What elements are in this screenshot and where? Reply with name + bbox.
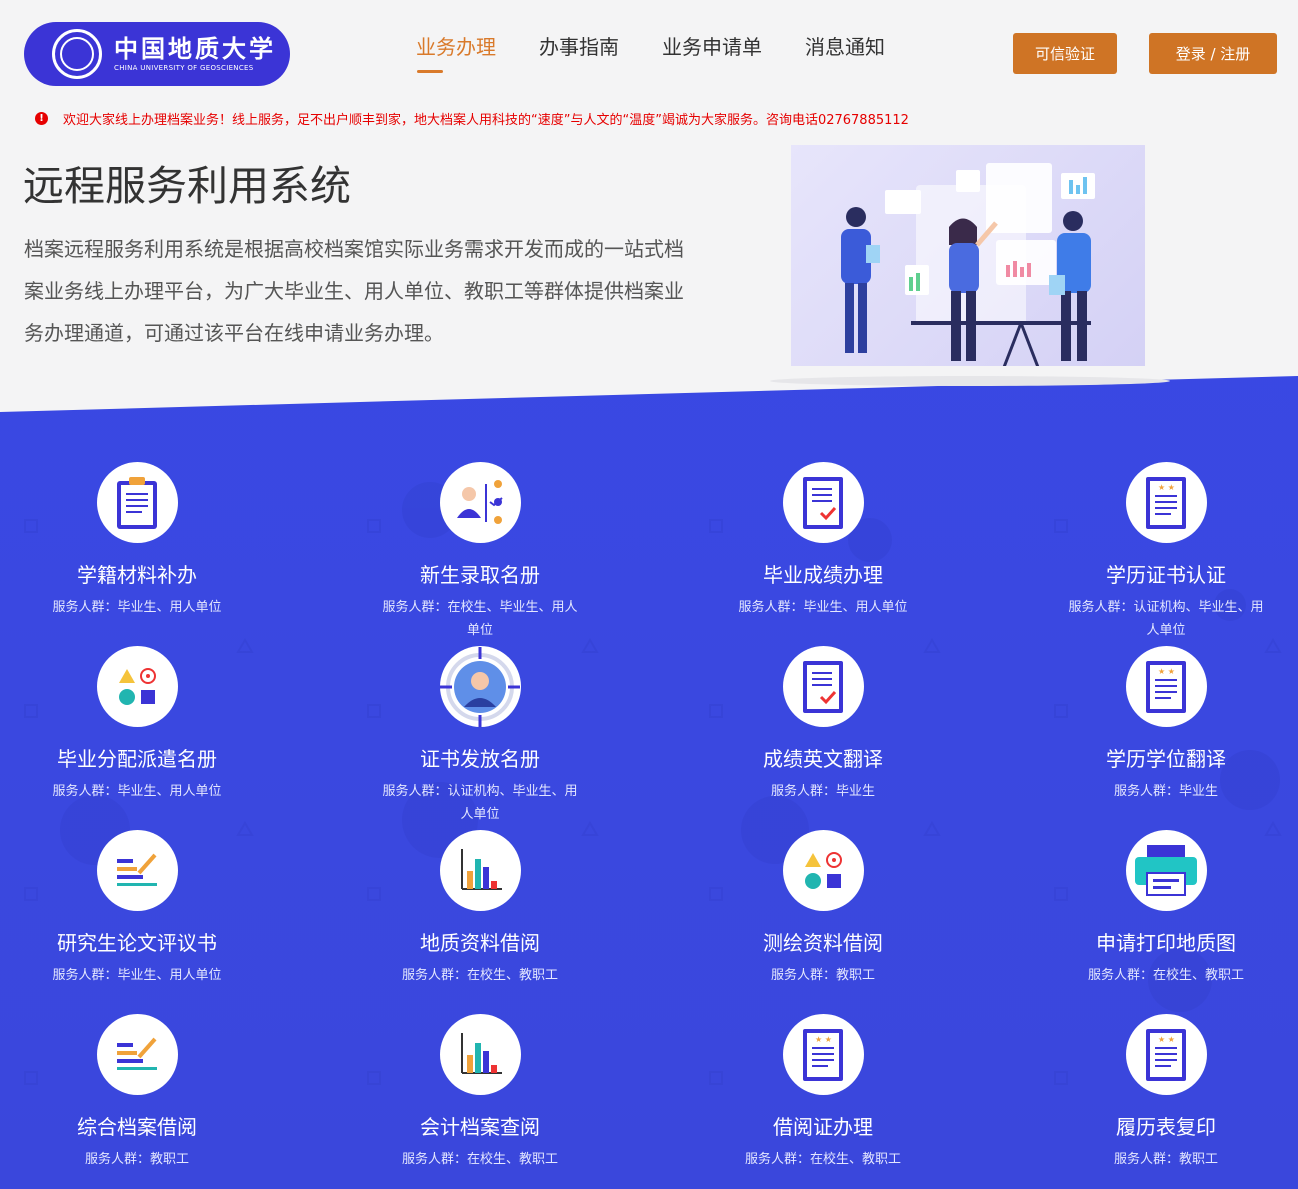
service-title: 证书发放名册	[420, 747, 540, 771]
shapes-icon	[96, 646, 178, 727]
logo-english-name: CHINA UNIVERSITY OF GEOSCIENCES	[114, 64, 254, 72]
service-title: 新生录取名册	[420, 563, 540, 587]
logo-chinese-name: 中国地质大学	[114, 34, 276, 63]
svg-text:★ ★: ★ ★	[1158, 1035, 1175, 1044]
pen-lines-icon	[96, 830, 178, 911]
team-illustration	[791, 145, 1145, 366]
service-card[interactable]: 研究生论文评议书服务人群：毕业生、用人单位	[17, 830, 257, 987]
service-title: 成绩英文翻译	[763, 747, 883, 771]
service-card[interactable]: 毕业成绩办理服务人群：毕业生、用人单位	[703, 462, 943, 619]
service-title: 研究生论文评议书	[57, 931, 217, 955]
service-audience: 服务人群：在校生、毕业生、用人单位	[382, 600, 578, 638]
service-card[interactable]: 综合档案借阅服务人群：教职工	[17, 1014, 257, 1171]
service-title: 学籍材料补办	[77, 563, 197, 587]
nav-item-application-form[interactable]: 业务申请单	[662, 34, 762, 60]
shapes-icon	[782, 830, 864, 911]
notice-text: 欢迎大家线上办理档案业务！线上服务，足不出户顺丰到家，地大档案人用科技的“速度”…	[63, 113, 909, 128]
university-logo[interactable]: 中国地质大学 CHINA UNIVERSITY OF GEOSCIENCES	[24, 22, 290, 86]
service-title: 会计档案查阅	[420, 1115, 540, 1139]
service-card[interactable]: 会计档案查阅服务人群：在校生、教职工	[360, 1014, 600, 1171]
certificate-icon: ★ ★	[782, 1014, 864, 1095]
service-audience: 服务人群：教职工	[84, 1152, 189, 1167]
service-audience: 服务人群：在校生、教职工	[401, 968, 558, 983]
service-audience: 服务人群：在校生、教职工	[1087, 968, 1244, 983]
service-title: 毕业成绩办理	[763, 563, 883, 587]
service-audience: 服务人群：在校生、教职工	[401, 1152, 558, 1167]
notice-bar: ! 欢迎大家线上办理档案业务！线上服务，足不出户顺丰到家，地大档案人用科技的“速…	[35, 109, 909, 128]
certificate-icon: ★ ★	[1125, 462, 1207, 543]
page-title: 远程服务利用系统	[23, 162, 351, 210]
svg-text:★ ★: ★ ★	[1158, 667, 1175, 676]
service-card[interactable]: 证书发放名册服务人群：认证机构、毕业生、用人单位	[360, 646, 600, 826]
pen-lines-icon	[96, 1014, 178, 1095]
service-card[interactable]: ★ ★ 履历表复印服务人群：教职工	[1046, 1014, 1286, 1171]
illustration-shadow	[770, 376, 1170, 386]
trusted-verify-button[interactable]: 可信验证	[1013, 33, 1117, 74]
service-title: 测绘资料借阅	[763, 931, 883, 955]
service-audience: 服务人群：毕业生	[770, 784, 875, 799]
service-audience: 服务人群：毕业生	[1113, 784, 1218, 799]
service-title: 学历证书认证	[1106, 563, 1226, 587]
service-title: 地质资料借阅	[420, 931, 540, 955]
nav-item-business[interactable]: 业务办理	[416, 34, 496, 73]
clipboard-icon	[96, 462, 178, 543]
service-card[interactable]: ★ ★ 借阅证办理服务人群：在校生、教职工	[703, 1014, 943, 1171]
svg-text:★ ★: ★ ★	[815, 1035, 832, 1044]
checklist-icon	[782, 462, 864, 543]
service-audience: 服务人群：认证机构、毕业生、用人单位	[382, 784, 578, 822]
bar-chart-icon	[439, 1014, 521, 1095]
printer-icon	[1125, 830, 1207, 911]
service-title: 履历表复印	[1116, 1115, 1216, 1139]
service-title: 综合档案借阅	[77, 1115, 197, 1139]
service-card[interactable]: 地质资料借阅服务人群：在校生、教职工	[360, 830, 600, 987]
roster-icon	[439, 462, 521, 543]
service-title: 借阅证办理	[773, 1115, 873, 1139]
main-nav: 业务办理 办事指南 业务申请单 消息通知	[416, 34, 928, 73]
service-card[interactable]: 成绩英文翻译服务人群：毕业生	[703, 646, 943, 803]
service-card[interactable]: 学籍材料补办服务人群：毕业生、用人单位	[17, 462, 257, 619]
nav-item-guide[interactable]: 办事指南	[539, 34, 619, 60]
svg-text:★ ★: ★ ★	[1158, 483, 1175, 492]
logo-text: 中国地质大学 CHINA UNIVERSITY OF GEOSCIENCES	[114, 35, 276, 73]
service-audience: 服务人群：教职工	[1113, 1152, 1218, 1167]
certificate-icon: ★ ★	[1125, 646, 1207, 727]
service-title: 毕业分配派遣名册	[57, 747, 217, 771]
service-audience: 服务人群：毕业生、用人单位	[52, 600, 222, 615]
service-card[interactable]: ★ ★ 学历学位翻译服务人群：毕业生	[1046, 646, 1286, 803]
service-title: 学历学位翻译	[1106, 747, 1226, 771]
nav-item-notifications[interactable]: 消息通知	[805, 34, 885, 60]
service-card[interactable]: ★ ★ 学历证书认证服务人群：认证机构、毕业生、用人单位	[1046, 462, 1286, 642]
person-target-icon	[439, 646, 521, 727]
login-register-button[interactable]: 登录 / 注册	[1149, 33, 1277, 74]
service-card[interactable]: 新生录取名册服务人群：在校生、毕业生、用人单位	[360, 462, 600, 642]
service-card[interactable]: 申请打印地质图服务人群：在校生、教职工	[1046, 830, 1286, 987]
service-audience: 服务人群：认证机构、毕业生、用人单位	[1068, 600, 1264, 638]
top-header: 中国地质大学 CHINA UNIVERSITY OF GEOSCIENCES 业…	[0, 0, 1298, 100]
service-audience: 服务人群：在校生、教职工	[744, 1152, 901, 1167]
service-card[interactable]: 测绘资料借阅服务人群：教职工	[703, 830, 943, 987]
alert-icon: !	[35, 112, 48, 125]
service-audience: 服务人群：毕业生、用人单位	[52, 968, 222, 983]
university-seal-icon	[52, 29, 102, 79]
intro-description: 档案远程服务利用系统是根据高校档案馆实际业务需求开发而成的一站式档案业务线上办理…	[24, 237, 684, 345]
checklist-icon	[782, 646, 864, 727]
service-card[interactable]: 毕业分配派遣名册服务人群：毕业生、用人单位	[17, 646, 257, 803]
certificate-icon: ★ ★	[1125, 1014, 1207, 1095]
bar-chart-icon	[439, 830, 521, 911]
service-title: 申请打印地质图	[1096, 931, 1236, 955]
service-audience: 服务人群：教职工	[770, 968, 875, 983]
service-audience: 服务人群：毕业生、用人单位	[52, 784, 222, 799]
service-audience: 服务人群：毕业生、用人单位	[738, 600, 908, 615]
